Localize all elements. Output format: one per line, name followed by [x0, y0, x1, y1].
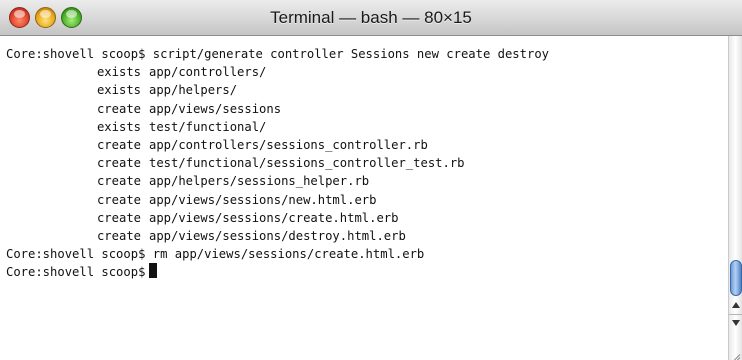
block-cursor-icon [149, 263, 158, 279]
output-action: create [96, 101, 141, 116]
output-action: create [96, 210, 141, 225]
output-path: app/views/sessions/create.html.erb [149, 210, 399, 225]
output-line: create app/controllers/sessions_controlle… [6, 136, 728, 154]
minimize-icon[interactable] [35, 7, 56, 28]
command-line-3: Core:shovell scoop$ [6, 263, 728, 281]
arrow-down-icon[interactable] [732, 320, 740, 326]
terminal-output[interactable]: Core:shovell scoop$ script/generate cont… [0, 36, 728, 360]
output-action: exists [96, 65, 141, 80]
prompt: Core:shovell scoop$ [6, 265, 146, 280]
output-action: create [96, 228, 141, 243]
output-path: test/functional/ [149, 119, 267, 134]
output-action: create [96, 174, 141, 189]
command-text: rm app/views/sessions/create.html.erb [152, 247, 425, 262]
output-line: create app/views/sessions/new.html.erb [6, 191, 728, 209]
command-line-2: Core:shovell scoop$ rm app/views/session… [6, 245, 728, 263]
output-action: create [96, 156, 141, 171]
prompt: Core:shovell scoop$ [6, 47, 146, 61]
output-action: exists [96, 119, 141, 134]
output-path: app/controllers/sessions_controller.rb [149, 137, 428, 152]
output-action: create [96, 137, 141, 152]
output-line: create app/helpers/sessions_helper.rb [6, 172, 728, 190]
output-line: exists app/helpers/ [6, 81, 728, 99]
output-path: app/helpers/ [149, 83, 238, 98]
output-action: exists [96, 83, 141, 98]
arrow-up-icon[interactable] [732, 302, 740, 308]
window-title: Terminal — bash — 80×15 [270, 8, 472, 27]
output-line: exists app/controllers/ [6, 63, 728, 81]
output-action: create [96, 192, 141, 207]
vertical-scrollbar[interactable] [728, 36, 742, 360]
output-path: test/functional/sessions_controller_test… [149, 156, 465, 171]
output-path: app/views/sessions/new.html.erb [149, 192, 377, 207]
output-line: create test/functional/sessions_controlle… [6, 154, 728, 172]
output-line: create app/views/sessions/create.html.erb [6, 209, 728, 227]
close-icon[interactable] [9, 7, 30, 28]
terminal-window: Terminal — bash — 80×15 Core:shovell sco… [0, 0, 742, 360]
output-line: create app/views/sessions/destroy.html.er… [6, 227, 728, 245]
scroll-arrow-divider [729, 314, 742, 315]
command-text: script/generate controller Sessions new … [152, 47, 549, 61]
output-line: exists test/functional/ [6, 118, 728, 136]
title-bar[interactable]: Terminal — bash — 80×15 [0, 0, 742, 36]
zoom-icon[interactable] [61, 7, 82, 28]
output-path: app/views/sessions [149, 101, 282, 116]
output-path: app/controllers/ [149, 65, 267, 80]
scroll-thumb[interactable] [730, 260, 742, 296]
resize-grip-icon[interactable] [728, 344, 742, 360]
output-path: app/helpers/sessions_helper.rb [149, 174, 370, 189]
output-path: app/views/sessions/destroy.html.erb [149, 228, 406, 243]
output-line: create app/views/sessions [6, 100, 728, 118]
prompt: Core:shovell scoop$ [6, 247, 146, 262]
command-line-1: Core:shovell scoop$ script/generate cont… [6, 45, 728, 63]
